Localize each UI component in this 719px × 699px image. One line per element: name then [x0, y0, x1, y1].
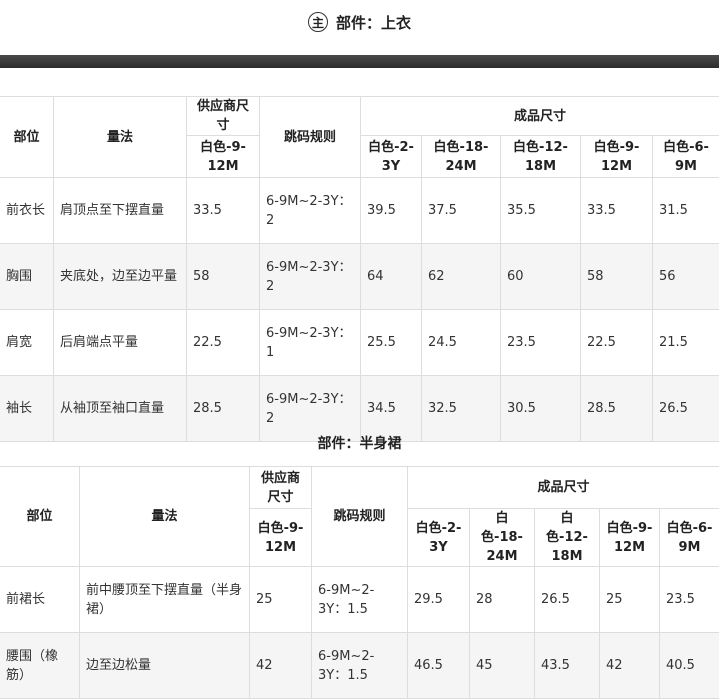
cell-part: 袖长	[0, 376, 54, 442]
cell-supplier: 28.5	[187, 376, 260, 442]
table-row: 肩宽 后肩端点平量 22.5 6-9M~2-3Y：1 25.5 24.5 23.…	[0, 310, 719, 376]
cell-value: 39.5	[361, 178, 422, 244]
cell-value: 60	[501, 244, 581, 310]
cell-value: 21.5	[653, 310, 719, 376]
cell-value: 45	[470, 633, 535, 699]
cell-method: 夹底处，边至边平量	[54, 244, 187, 310]
cell-value: 42	[600, 633, 660, 699]
main-badge-icon: 主	[308, 12, 328, 32]
cell-value: 26.5	[653, 376, 719, 442]
divider-bar	[0, 55, 719, 68]
header-size: 白色-12-18M	[501, 136, 581, 178]
header-size: 白色-2-3Y	[361, 136, 422, 178]
cell-value: 22.5	[581, 310, 653, 376]
cell-value: 37.5	[422, 178, 501, 244]
cell-part: 前衣长	[0, 178, 54, 244]
cell-value: 56	[653, 244, 719, 310]
cell-supplier: 33.5	[187, 178, 260, 244]
section-title-skirt: 部件：半身裙	[0, 433, 719, 455]
size-table-skirt: 部位 量法 供应商尺寸 跳码规则 成品尺寸 白色-9-12M 白色-2-3Y 白…	[0, 466, 719, 699]
cell-value: 33.5	[581, 178, 653, 244]
cell-value: 26.5	[535, 567, 600, 633]
cell-supplier: 42	[250, 633, 312, 699]
header-finished: 成品尺寸	[361, 97, 719, 136]
header-size: 白色-9-12M	[581, 136, 653, 178]
cell-value: 43.5	[535, 633, 600, 699]
header-rule: 跳码规则	[312, 467, 408, 567]
header-size: 白色-9-12M	[600, 509, 660, 567]
cell-value: 25.5	[361, 310, 422, 376]
header-size: 白色-9-12M	[187, 136, 260, 178]
header-size: 白色-9-12M	[250, 509, 312, 567]
cell-rule: 6-9M~2-3Y：1	[260, 310, 361, 376]
cell-method: 边至边松量	[80, 633, 250, 699]
size-table-top: 部位 量法 供应商尺寸 跳码规则 成品尺寸 白色-9-12M 白色-2-3Y 白…	[0, 96, 719, 442]
cell-value: 32.5	[422, 376, 501, 442]
header-finished: 成品尺寸	[408, 467, 719, 509]
cell-value: 58	[581, 244, 653, 310]
cell-supplier: 22.5	[187, 310, 260, 376]
cell-method: 从袖顶至袖口直量	[54, 376, 187, 442]
table-row: 前裙长 前中腰顶至下摆直量（半身裙） 25 6-9M~2-3Y：1.5 29.5…	[0, 567, 719, 633]
header-part: 部位	[0, 97, 54, 178]
header-method: 量法	[80, 467, 250, 567]
cell-rule: 6-9M~2-3Y：2	[260, 244, 361, 310]
header-size: 白色-18-24M	[470, 509, 535, 567]
cell-value: 28.5	[581, 376, 653, 442]
cell-method: 后肩端点平量	[54, 310, 187, 376]
cell-value: 23.5	[660, 567, 719, 633]
header-method: 量法	[54, 97, 187, 178]
cell-value: 24.5	[422, 310, 501, 376]
cell-supplier: 25	[250, 567, 312, 633]
header-size: 白色-18-24M	[422, 136, 501, 178]
cell-supplier: 58	[187, 244, 260, 310]
cell-method: 前中腰顶至下摆直量（半身裙）	[80, 567, 250, 633]
table-row: 腰围（橡筋） 边至边松量 42 6-9M~2-3Y：1.5 46.5 45 43…	[0, 633, 719, 699]
header-size: 白色-6-9M	[660, 509, 719, 567]
cell-value: 23.5	[501, 310, 581, 376]
table-row: 胸围 夹底处，边至边平量 58 6-9M~2-3Y：2 64 62 60 58 …	[0, 244, 719, 310]
header-size: 白色-6-9M	[653, 136, 719, 178]
header-rule: 跳码规则	[260, 97, 361, 178]
cell-value: 64	[361, 244, 422, 310]
cell-value: 28	[470, 567, 535, 633]
table-row: 袖长 从袖顶至袖口直量 28.5 6-9M~2-3Y：2 34.5 32.5 3…	[0, 376, 719, 442]
header-supplier: 供应商尺寸	[187, 97, 260, 136]
cell-value: 34.5	[361, 376, 422, 442]
cell-value: 35.5	[501, 178, 581, 244]
header-supplier: 供应商尺寸	[250, 467, 312, 509]
header-size: 白色-2-3Y	[408, 509, 470, 567]
cell-part: 腰围（橡筋）	[0, 633, 80, 699]
cell-rule: 6-9M~2-3Y：2	[260, 178, 361, 244]
cell-part: 前裙长	[0, 567, 80, 633]
cell-part: 肩宽	[0, 310, 54, 376]
cell-value: 62	[422, 244, 501, 310]
cell-value: 31.5	[653, 178, 719, 244]
cell-value: 40.5	[660, 633, 719, 699]
table-row: 前衣长 肩顶点至下摆直量 33.5 6-9M~2-3Y：2 39.5 37.5 …	[0, 178, 719, 244]
cell-value: 29.5	[408, 567, 470, 633]
header-size: 白色-12-18M	[535, 509, 600, 567]
cell-value: 30.5	[501, 376, 581, 442]
section-title-top: 主 部件：上衣	[0, 0, 719, 44]
cell-value: 25	[600, 567, 660, 633]
section-title: 部件：上衣	[336, 12, 411, 33]
cell-value: 46.5	[408, 633, 470, 699]
cell-rule: 6-9M~2-3Y：1.5	[312, 567, 408, 633]
cell-rule: 6-9M~2-3Y：1.5	[312, 633, 408, 699]
header-part: 部位	[0, 467, 80, 567]
cell-part: 胸围	[0, 244, 54, 310]
cell-method: 肩顶点至下摆直量	[54, 178, 187, 244]
cell-rule: 6-9M~2-3Y：2	[260, 376, 361, 442]
